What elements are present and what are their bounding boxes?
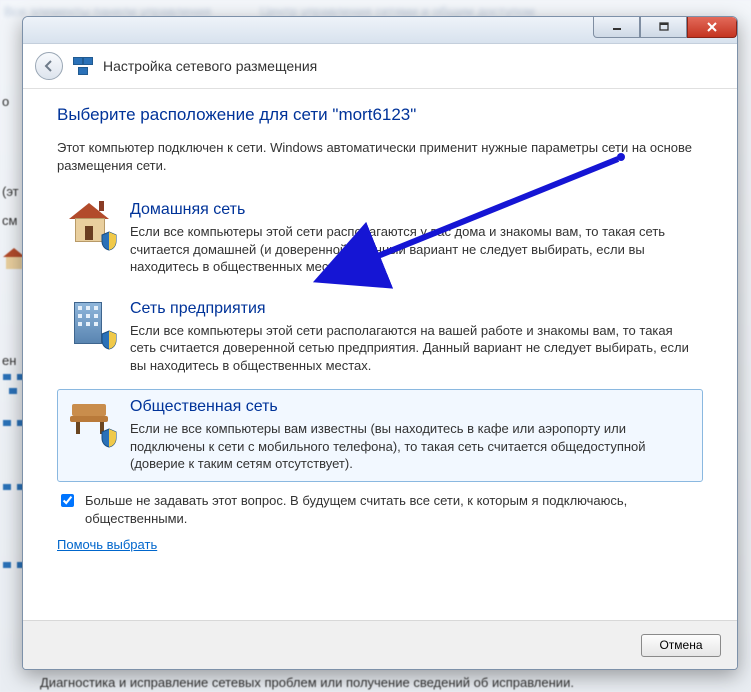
shield-icon [100, 428, 118, 448]
option-work-network[interactable]: Сеть предприятия Если все компьютеры это… [57, 291, 703, 384]
bg-side-text-3: ен [2, 353, 16, 368]
dont-ask-row: Больше не задавать этот вопрос. В будуще… [57, 492, 703, 527]
public-network-icon [68, 398, 116, 446]
home-network-icon [68, 201, 116, 249]
option-home-title: Домашняя сеть [130, 201, 692, 219]
option-public-title: Общественная сеть [130, 398, 692, 416]
option-work-title: Сеть предприятия [130, 300, 692, 318]
header-title: Настройка сетевого размещения [103, 58, 317, 74]
back-button[interactable] [35, 52, 63, 80]
header-bar: Настройка сетевого размещения [23, 44, 737, 89]
cancel-button[interactable]: Отмена [641, 634, 721, 657]
dialog-window: Настройка сетевого размещения Выберите р… [22, 16, 738, 670]
bg-bottom-text: Диагностика и исправление сетевых пробле… [40, 675, 574, 690]
dont-ask-label: Больше не задавать этот вопрос. В будуще… [85, 492, 703, 527]
minimize-button[interactable] [593, 17, 640, 38]
maximize-button[interactable] [640, 17, 687, 38]
arrow-left-icon [42, 59, 56, 73]
option-home-network[interactable]: Домашняя сеть Если все компьютеры этой с… [57, 192, 703, 285]
bg-side-text-4: о [2, 94, 9, 109]
options-list: Домашняя сеть Если все компьютеры этой с… [57, 192, 703, 482]
network-icon [73, 57, 93, 75]
option-public-desc: Если не все компьютеры вам известны (вы … [130, 420, 692, 473]
help-link[interactable]: Помочь выбрать [57, 537, 157, 552]
bg-side-text-1: (эт [2, 184, 19, 199]
option-work-desc: Если все компьютеры этой сети располагаю… [130, 322, 692, 375]
intro-text: Этот компьютер подключен к сети. Windows… [57, 139, 703, 174]
shield-icon [100, 330, 118, 350]
option-public-network[interactable]: Общественная сеть Если не все компьютеры… [57, 389, 703, 482]
option-home-desc: Если все компьютеры этой сети располагаю… [130, 223, 692, 276]
window-buttons [593, 17, 737, 38]
shield-icon [100, 231, 118, 251]
titlebar [23, 17, 737, 44]
content-area: Выберите расположение для сети "mort6123… [23, 87, 737, 621]
close-button[interactable] [687, 17, 737, 38]
footer: Отмена [23, 620, 737, 669]
dont-ask-checkbox[interactable] [61, 494, 74, 507]
main-heading: Выберите расположение для сети "mort6123… [57, 105, 703, 125]
bg-side-text-2: см [2, 213, 17, 228]
work-network-icon [68, 300, 116, 348]
